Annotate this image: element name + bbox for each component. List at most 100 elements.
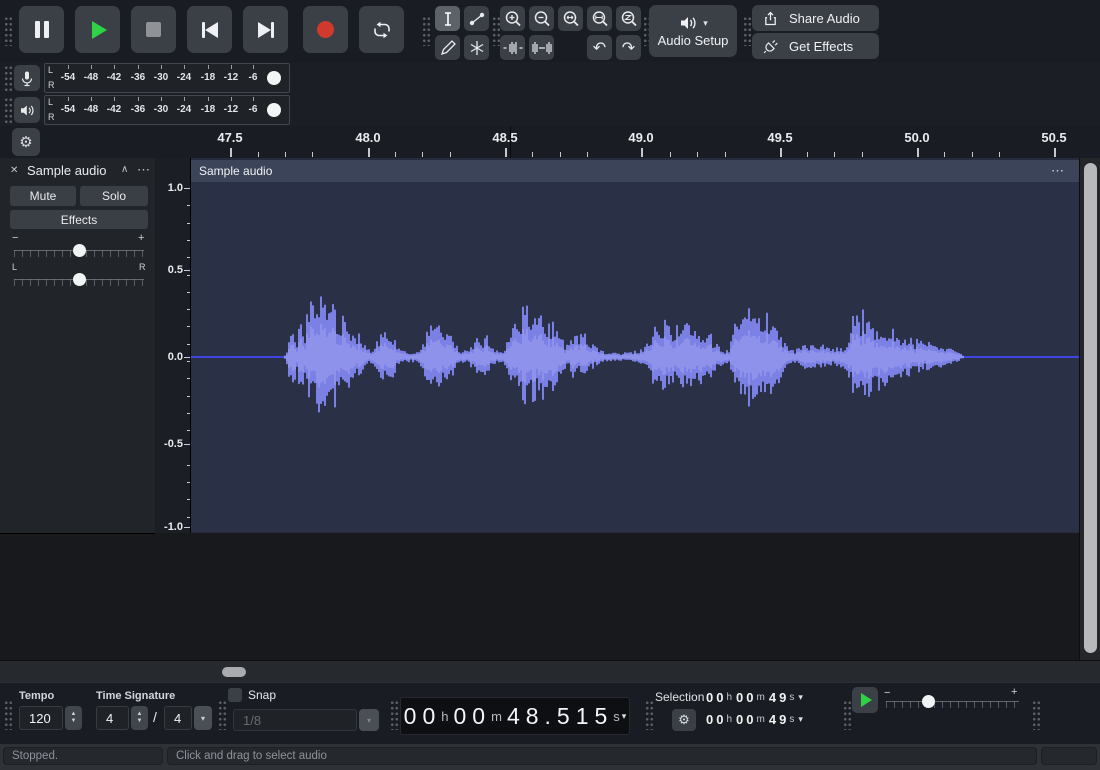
time-signature-lower-field[interactable]: 4 (164, 706, 192, 730)
audio-position-display[interactable]: 00 h 00 m 48.515 s ▾ (400, 697, 630, 735)
fit-selection-button[interactable] (558, 6, 583, 31)
chevron-down-icon[interactable]: ▾ (622, 711, 627, 722)
undo-button[interactable]: ↶ (587, 35, 612, 60)
vruler-minor-tick (187, 465, 190, 466)
multi-tool-button[interactable] (464, 35, 489, 60)
vruler-minor-tick (187, 396, 190, 397)
timeline-ruler[interactable]: ⚙ 47.548.048.549.049.550.050.5 (0, 126, 1100, 159)
time-signature-stepper[interactable]: ▲▼ (131, 706, 148, 730)
play-icon (92, 21, 107, 39)
selection-end-seconds[interactable]: 49 (769, 712, 789, 727)
toolbar-grip[interactable] (218, 700, 227, 730)
tempo-field[interactable]: 120 (19, 706, 63, 730)
redo-button[interactable]: ↷ (616, 35, 641, 60)
selection-end-display[interactable]: 00 h 00 m 49 s ▾ (706, 709, 834, 729)
toolbar-grip[interactable] (743, 16, 752, 46)
horizontal-scrollbar-thumb[interactable] (222, 667, 246, 677)
meter-scale-label: -6 (249, 72, 258, 83)
toolbar-grip[interactable] (1032, 700, 1041, 730)
zoom-out-button[interactable] (529, 6, 554, 31)
fit-project-button[interactable] (587, 6, 612, 31)
timeline-options-button[interactable]: ⚙ (12, 128, 40, 156)
play-speed-slider-thumb[interactable] (922, 695, 935, 708)
play-speed-slider[interactable] (886, 701, 1019, 708)
vruler-minor-tick (187, 309, 190, 310)
time-signature-upper-field[interactable]: 4 (96, 706, 129, 730)
vruler-minor-tick (187, 344, 190, 345)
toolbar-grip[interactable] (4, 97, 13, 123)
selection-start-seconds[interactable]: 49 (769, 690, 789, 705)
selection-tool-button[interactable] (435, 6, 460, 31)
chevron-down-icon[interactable]: ▾ (798, 714, 803, 725)
meter-scale-label: -18 (201, 104, 215, 115)
vruler-major-tick (184, 188, 190, 189)
timeline-minor-tick (725, 152, 726, 157)
mute-button[interactable]: Mute (10, 186, 76, 206)
meter-slider-thumb[interactable] (267, 71, 281, 85)
meter-slider-thumb[interactable] (267, 103, 281, 117)
playback-meter-bar[interactable]: L R -54-48-42-36-30-24-18-12-6 (44, 95, 290, 125)
horizontal-scrollbar[interactable] (0, 660, 1100, 683)
gain-slider-thumb[interactable] (73, 244, 86, 257)
track-canvas[interactable]: Sample audio ⋯ (191, 158, 1079, 533)
toolbar-grip[interactable] (4, 65, 13, 91)
selection-start-minutes[interactable]: 00 (736, 690, 756, 705)
zoom-in-button[interactable] (500, 6, 525, 31)
solo-button[interactable]: Solo (80, 186, 148, 206)
play-at-speed-button[interactable] (852, 687, 878, 713)
recording-meter-bar[interactable]: L R -54-48-42-36-30-24-18-12-6 (44, 63, 290, 93)
position-seconds[interactable]: 48.515 (507, 703, 613, 730)
snap-checkbox[interactable] (228, 688, 242, 702)
pause-button[interactable] (19, 6, 64, 53)
timeline-major-tick (230, 148, 232, 157)
selection-start-display[interactable]: 00 h 00 m 49 s ▾ (706, 687, 834, 707)
play-button[interactable] (75, 6, 120, 53)
toolbar-grip[interactable] (645, 700, 654, 730)
clip-header[interactable]: Sample audio ⋯ (191, 160, 1079, 182)
chevron-up-icon[interactable]: ∧ (121, 164, 128, 175)
toolbar-grip[interactable] (390, 700, 399, 730)
pan-slider-thumb[interactable] (73, 273, 86, 286)
clip-body[interactable] (191, 182, 1079, 532)
selection-end-hours[interactable]: 00 (706, 712, 726, 727)
skip-to-start-button[interactable] (187, 6, 232, 53)
audio-setup-button[interactable]: ▾ Audio Setup (649, 5, 737, 57)
vertical-scrollbar[interactable] (1079, 158, 1100, 660)
share-audio-button[interactable]: Share Audio (752, 5, 879, 31)
silence-selection-button[interactable] (529, 35, 554, 60)
timeline-minor-tick (532, 152, 533, 157)
snap-interval-dropdown[interactable]: ▾ (359, 709, 379, 731)
draw-tool-button[interactable] (435, 35, 460, 60)
skip-to-end-button[interactable] (243, 6, 288, 53)
toolbar-grip[interactable] (4, 16, 13, 46)
toolbar-grip[interactable] (4, 700, 13, 730)
record-button[interactable] (303, 6, 348, 53)
vertical-scale-ruler[interactable]: 1.00.50.0-0.5-1.0 (155, 158, 191, 533)
loop-button[interactable] (359, 6, 404, 53)
snap-interval-field[interactable]: 1/8 (233, 709, 357, 731)
vertical-scrollbar-thumb[interactable] (1084, 163, 1097, 653)
stop-button[interactable] (131, 6, 176, 53)
kebab-menu-icon[interactable]: ⋯ (137, 162, 150, 178)
get-effects-button[interactable]: Get Effects (752, 33, 879, 59)
recording-meter-button[interactable] (14, 65, 40, 91)
playback-meter-button[interactable] (14, 97, 40, 123)
close-icon[interactable]: ✕ (10, 165, 18, 176)
track-title[interactable]: Sample audio (27, 163, 107, 178)
toolbar-grip[interactable] (422, 16, 431, 46)
effects-button[interactable]: Effects (10, 210, 148, 229)
chevron-down-icon[interactable]: ▾ (798, 692, 803, 703)
toolbar-grip[interactable] (843, 700, 852, 730)
time-signature-lower-dropdown[interactable]: ▾ (194, 706, 212, 730)
zoom-toggle-button[interactable] (616, 6, 641, 31)
selection-options-button[interactable]: ⚙ (672, 709, 696, 731)
tempo-stepper[interactable]: ▲▼ (65, 706, 82, 730)
trim-outside-selection-button[interactable] (500, 35, 525, 60)
selection-end-minutes[interactable]: 00 (736, 712, 756, 727)
clip-menu-icon[interactable]: ⋯ (1051, 160, 1064, 182)
position-minutes[interactable]: 00 (454, 703, 492, 730)
position-hours[interactable]: 00 (404, 703, 442, 730)
timeline-label: 48.5 (492, 130, 517, 145)
envelope-tool-button[interactable] (464, 6, 489, 31)
selection-start-hours[interactable]: 00 (706, 690, 726, 705)
